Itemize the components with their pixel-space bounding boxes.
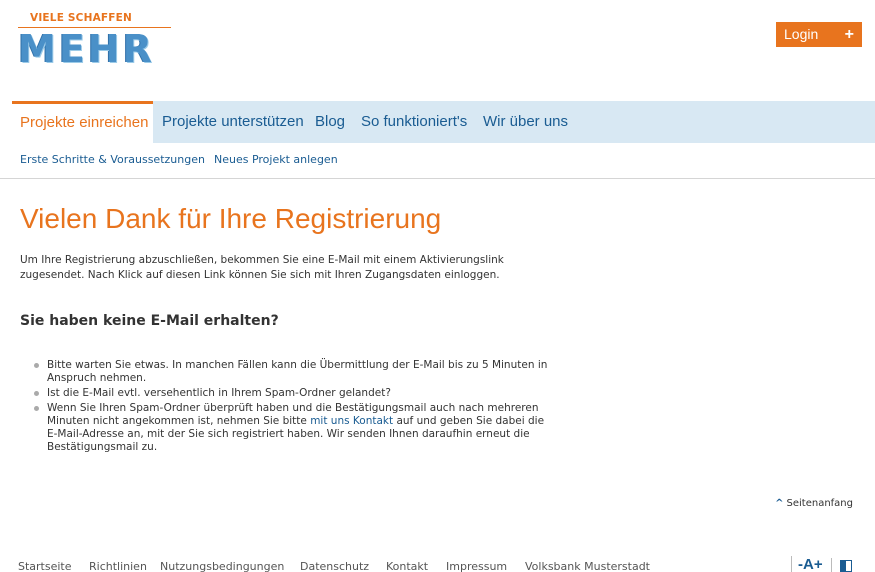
intro-text: Um Ihre Registrierung abzuschließen, bek… (20, 254, 504, 281)
nav-item-blog[interactable]: Blog (315, 101, 345, 143)
back-to-top-link[interactable]: ^ Seitenanfang (775, 498, 853, 509)
footer-link-richtlinien[interactable]: Richtlinien (89, 560, 147, 572)
main-navigation: Projekte einreichen Projekte unterstütze… (12, 101, 875, 143)
logo-wordmark: MEHR (18, 27, 155, 71)
section-heading: Sie haben keine E-Mail erhalten? (20, 313, 279, 329)
footer-link-startseite[interactable]: Startseite (18, 560, 72, 572)
login-label: Login (784, 26, 819, 42)
subnav-item-erste-schritte[interactable]: Erste Schritte & Voraussetzungen (20, 153, 205, 166)
back-to-top-label: Seitenanfang (786, 498, 854, 509)
logo[interactable]: VIELE SCHAFFEN MEHR (18, 12, 178, 69)
caret-up-icon: ^ (775, 498, 784, 509)
nav-item-projekte-unterstuetzen[interactable]: Projekte unterstützen (162, 101, 304, 143)
footer-link-nutzungsbedingungen[interactable]: Nutzungsbedingungen (160, 560, 284, 572)
tip-text: Ist die E-Mail evtl. versehentlich in Ih… (47, 387, 391, 399)
footer-link-kontakt[interactable]: Kontakt (386, 560, 428, 572)
font-size-control[interactable]: -A+ (791, 556, 823, 572)
nav-item-projekte-einreichen[interactable]: Projekte einreichen (12, 101, 153, 143)
plus-icon: + (844, 26, 854, 43)
footer-link-datenschutz[interactable]: Datenschutz (300, 560, 369, 572)
tip-text: Bitte warten Sie etwas. In manchen Fälle… (47, 359, 548, 384)
subnav-item-neues-projekt[interactable]: Neues Projekt anlegen (214, 153, 338, 166)
list-item: Bitte warten Sie etwas. In manchen Fälle… (34, 359, 554, 385)
footer-link-volksbank[interactable]: Volksbank Musterstadt (525, 560, 650, 572)
contact-link[interactable]: mit uns Kontakt (310, 415, 393, 427)
contrast-icon[interactable] (840, 560, 852, 572)
nav-item-so-funktionierts[interactable]: So funktioniert's (361, 101, 467, 143)
footer-link-impressum[interactable]: Impressum (446, 560, 507, 572)
login-button[interactable]: Login + (776, 22, 862, 47)
list-item: Wenn Sie Ihren Spam-Ordner überprüft hab… (34, 402, 554, 454)
tips-list: Bitte warten Sie etwas. In manchen Fälle… (34, 359, 554, 456)
page-title: Vielen Dank für Ihre Registrierung (20, 203, 442, 234)
list-item: Ist die E-Mail evtl. versehentlich in Ih… (34, 387, 554, 400)
sub-navigation: Erste Schritte & Voraussetzungen Neues P… (0, 151, 875, 179)
footer: Startseite Richtlinien Nutzungsbedingung… (0, 556, 875, 572)
bullet-icon (34, 406, 39, 411)
bullet-icon (34, 391, 39, 396)
nav-item-wir-ueber-uns[interactable]: Wir über uns (483, 101, 568, 143)
bullet-icon (34, 363, 39, 368)
logo-tagline: VIELE SCHAFFEN (30, 12, 133, 24)
divider (831, 558, 832, 572)
